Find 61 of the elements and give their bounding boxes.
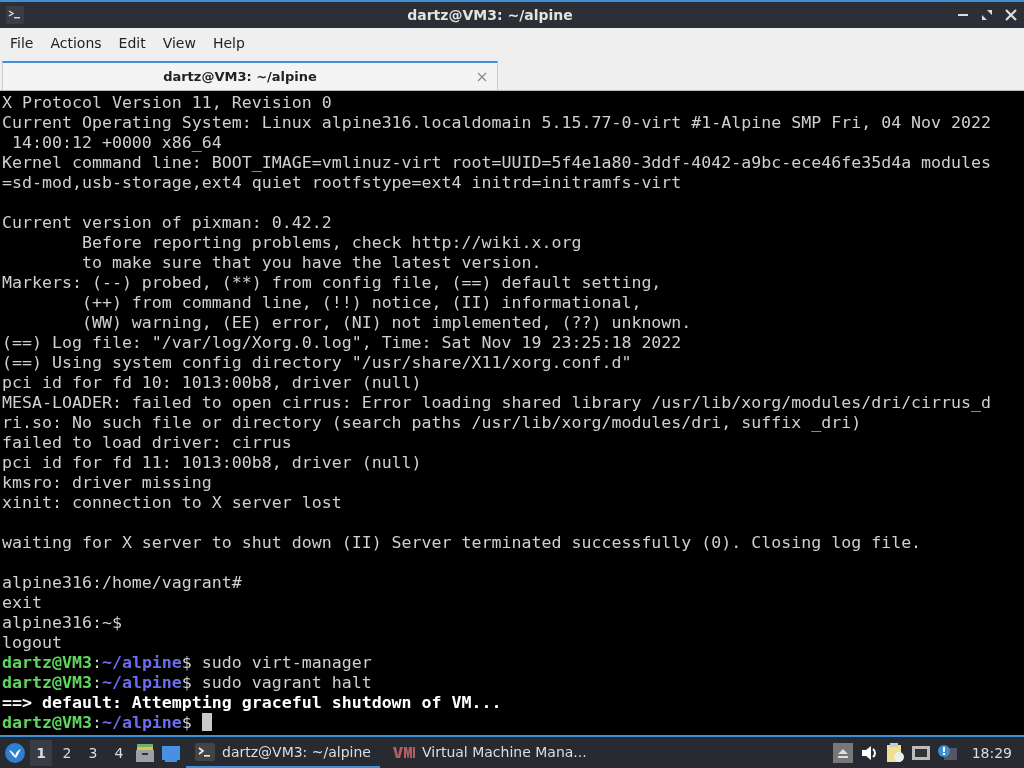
prompt-user: dartz@VM3 [2, 673, 92, 692]
maximize-button[interactable] [980, 8, 994, 22]
terminal-output-line: ri.so: No such file or directory (search paths /usr/lib/xorg/modules/dri, suffix _dri) [2, 413, 862, 432]
terminal-output-line: failed to load driver: cirrus [2, 433, 292, 452]
terminal-output-line: logout [2, 633, 62, 652]
prompt-user: dartz@VM3 [2, 653, 92, 672]
task-button[interactable]: dartz@VM3: ~/alpine [186, 737, 380, 768]
terminal-output-line: 14:00:12 +0000 x86_64 [11, 133, 222, 152]
terminal-output-line: Kernel command line: BOOT_IMAGE=vmlinuz-virt root=UUID=5f4e1a80-3ddf-4042-a9bc-ece46fe35d4a modules [2, 153, 992, 172]
terminal-output-line: waiting for X server to shut down (II) Server terminated successfully (0). Closing log file. [2, 533, 922, 552]
terminal-output-line: pci id for fd 11: 1013:00b8, driver (null) [2, 453, 422, 472]
prompt-sign: $ [181, 713, 192, 732]
terminal-output-line: xinit: connection to X server lost [2, 493, 342, 512]
window-title: dartz@VM3: ~/alpine [406, 7, 574, 23]
file-cabinet-icon[interactable] [134, 741, 156, 764]
menu-item[interactable]: Actions [44, 34, 113, 51]
terminal-output-line: pci id for fd 10: 1013:00b8, driver (null) [2, 373, 422, 392]
terminal-output-line: (WW) warning, (EE) error, (NI) not implemented, (??) unknown. [80, 313, 692, 332]
terminal-tab[interactable]: dartz@VM3: ~/alpine [2, 61, 498, 90]
terminal-output-line: alpine316:/home/vagrant# [2, 573, 242, 592]
terminal-icon [6, 6, 24, 24]
terminal-icon [194, 740, 216, 763]
terminal-output-line: to make sure that you have the latest version. [80, 253, 542, 272]
terminal-output-line: exit [2, 593, 42, 612]
workspace-button[interactable]: 1 [30, 739, 52, 766]
terminal-output-line: =sd-mod,usb-storage,ext4 quiet rootfstype=ext4 initrd=initramfs-virt [2, 173, 682, 192]
command-text: sudo virt-manager [200, 653, 372, 672]
command-text: sudo vagrant halt [200, 673, 372, 692]
prompt-path: ~/alpine [101, 713, 182, 732]
workspace-button[interactable]: 4 [108, 739, 130, 766]
terminal-output-line: (++) from command line, (!!) notice, (II) informational, [80, 293, 642, 312]
prompt-separator: : [91, 653, 102, 672]
prompt-sign: $ [181, 673, 192, 692]
eject-icon[interactable] [831, 741, 854, 764]
task-button[interactable]: Virtual Machine Mana... [384, 737, 595, 768]
menu-item[interactable]: Edit [112, 34, 157, 51]
workspace-button[interactable]: 3 [82, 739, 104, 766]
terminal-output-line: (==) Using system config directory "/usr/share/X11/xorg.conf.d" [2, 353, 632, 372]
terminal-output-line: X Protocol Version 11, Revision 0 [2, 93, 332, 112]
prompt-path: ~/alpine [101, 653, 182, 672]
terminal-output-line: Markers: (--) probed, (**) from config file, (==) default setting, [2, 273, 662, 292]
prompt-separator: : [91, 673, 102, 692]
menu-item[interactable]: View [156, 34, 207, 51]
terminal-output-line: kmsro: driver missing [2, 473, 212, 492]
prompt-separator: : [91, 713, 102, 732]
close-button[interactable] [1004, 8, 1018, 22]
clock: 18:29 [970, 744, 1013, 761]
terminal-output-line: MESA-LOADER: failed to open cirrus: Error loading shared library /usr/lib/xorg/modules/dri/cirrus_d [2, 393, 992, 412]
prompt-path: ~/alpine [101, 673, 182, 692]
close-tab-icon[interactable] [477, 71, 487, 82]
terminal-output-line: Current version of pixman: 0.42.2 [2, 213, 332, 232]
prompt-user: dartz@VM3 [2, 713, 92, 732]
terminal-output-line: (==) Log file: "/var/log/Xorg.0.log", Time: Sat Nov 19 23:25:18 2022 [2, 333, 682, 352]
menu-item[interactable]: File [4, 34, 45, 51]
prompt-sign: $ [181, 653, 192, 672]
terminal-output-line: Before reporting problems, check http://wiki.x.org [80, 233, 582, 252]
workspace-button[interactable]: 2 [56, 739, 78, 766]
menu-item[interactable]: Help [206, 34, 256, 51]
terminal-output-line: Current Operating System: Linux alpine316.localdomain 5.15.77-0-virt #1-Alpine SMP Fri, 04 Nov 2022 [2, 113, 992, 132]
terminal-output-line: ==> default: Attempting graceful shutdown of VM... [2, 693, 502, 712]
terminal-output-line: alpine316:~$ [2, 613, 122, 632]
